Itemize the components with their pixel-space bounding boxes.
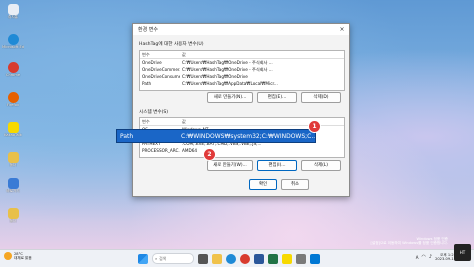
table-row[interactable]: PROCESSOR_ARC... AMD64 (140, 147, 344, 154)
system-delete-button[interactable]: 삭제(L) (301, 160, 341, 171)
cancel-button[interactable]: 취소 (281, 179, 309, 190)
watermark-line-2: [설정]으로 이동하여 Windows를 정품 인증합니다. (370, 241, 448, 245)
desktop-icon-edge[interactable]: Microsoft Edge (2, 34, 24, 49)
user-variables-label: HashTag에 대한 사용자 변수(U) (139, 42, 204, 47)
column-header-variable[interactable]: 변수 (140, 118, 180, 126)
variable-name: OneDriveConsumer (142, 74, 180, 79)
variable-name: OneDrive (142, 60, 162, 65)
desktop-icon-firefox[interactable]: Firefox (2, 92, 24, 107)
dialog-title: 환경 변수 (138, 27, 158, 33)
excel-icon[interactable] (268, 253, 278, 264)
kakaotalk-icon (7, 122, 19, 133)
weather-widget[interactable]: 28°C 대체로 맑음 (4, 252, 32, 260)
chrome-icon[interactable] (240, 253, 250, 264)
close-icon[interactable]: × (335, 24, 349, 35)
clock-date: 2023-09-17 (435, 257, 456, 261)
environment-variables-dialog: 환경 변수 × HashTag에 대한 사용자 변수(U) 변수 값 OneDr… (132, 23, 350, 197)
highlighted-variable-value: C:₩WINDOWS₩system32;C:₩WINDOWS;C... (181, 132, 315, 140)
step-badge-2: 2 (203, 148, 216, 161)
system-edit-button[interactable]: 편집(I)... (257, 160, 297, 171)
language-indicator[interactable]: A (416, 255, 419, 260)
system-variables-label: 시스템 변수(S) (139, 110, 169, 115)
user-variables-list[interactable]: 변수 값 OneDrive C:₩Users₩HashTag₩OneDrive … (139, 50, 345, 91)
chrome-icon (7, 62, 19, 73)
variable-name: PROCESSOR_ARC... (142, 148, 180, 153)
taskbar-search[interactable]: ⌕ 검색 (152, 253, 194, 264)
edge-icon[interactable] (226, 253, 236, 264)
edge-icon (7, 34, 19, 45)
firefox-icon (7, 92, 19, 103)
user-new-button[interactable]: 새로 만들기(N)... (207, 92, 253, 103)
desktop-icon-label: KakaoTalk (4, 133, 22, 137)
desktop-icon-shortcut[interactable]: 바로가기 (2, 178, 24, 193)
taskbar: 28°C 대체로 맑음 ⌕ 검색 A ◠ ♪ 오후 1:22 2023-09-1… (0, 249, 474, 267)
settings-icon[interactable] (296, 253, 306, 264)
system-new-button[interactable]: 새로 만들기(W)... (207, 160, 253, 171)
task-view-icon[interactable] (198, 253, 208, 264)
user-edit-button[interactable]: 편집(E)... (257, 92, 297, 103)
sun-icon (4, 252, 12, 260)
recycle-bin-icon (7, 4, 19, 15)
kakaotalk-icon[interactable] (282, 253, 292, 264)
desktop-icon-label: 폴더 (9, 163, 17, 167)
search-icon: ⌕ (155, 256, 158, 261)
desktop-icon-label: 휴지통 (8, 15, 18, 19)
step-badge-1: 1 (308, 120, 321, 133)
file-explorer-icon[interactable] (212, 253, 222, 264)
desktop-icon-recycle-bin[interactable]: 휴지통 (2, 4, 24, 19)
store-icon[interactable] (310, 253, 320, 264)
shortcut-icon (7, 178, 19, 189)
folder-icon (7, 152, 19, 163)
highlighted-path-row[interactable]: Path C:₩WINDOWS₩system32;C:₩WINDOWS;C... (116, 129, 316, 143)
column-header-value[interactable]: 값 (180, 51, 344, 59)
desktop-icon-label: 바로가기 (6, 189, 20, 193)
desktop-icon-label: 폴더 (9, 219, 17, 223)
desktop-icon-chrome[interactable]: Chrome (2, 62, 24, 77)
start-icon[interactable] (138, 253, 148, 264)
variable-value: C:₩Users₩HashTag₩OneDrive - 주식회사 ... (182, 59, 273, 65)
variable-value: C:₩Users₩HashTag₩AppData₩Local₩Micr... (182, 81, 278, 86)
highlighted-variable-name: Path (120, 132, 134, 140)
search-placeholder: 검색 (159, 255, 167, 261)
wifi-icon[interactable]: ◠ (422, 254, 426, 260)
column-header-variable[interactable]: 변수 (140, 51, 180, 59)
folder-icon (7, 208, 19, 219)
speaker-icon[interactable]: ♪ (429, 254, 432, 260)
weather-description: 대체로 맑음 (14, 256, 32, 260)
system-tray[interactable]: A ◠ ♪ 오후 1:22 2023-09-17 (416, 253, 456, 261)
variable-value: C:₩Users₩HashTag₩OneDrive (182, 74, 248, 79)
site-logo: HT (454, 244, 471, 261)
clock[interactable]: 오후 1:22 2023-09-17 (435, 253, 456, 261)
desktop-icon-folder[interactable]: 폴더 (2, 152, 24, 167)
table-row[interactable]: OneDriveConsumer C:₩Users₩HashTag₩OneDri… (140, 73, 344, 80)
table-row[interactable]: Path C:₩Users₩HashTag₩AppData₩Local₩Micr… (140, 80, 344, 87)
variable-name: OneDriveCommer... (142, 67, 180, 72)
activation-watermark: Windows 정품 인증 [설정]으로 이동하여 Windows를 정품 인증… (371, 237, 448, 245)
desktop-icon-kakaotalk[interactable]: KakaoTalk (2, 122, 24, 137)
variable-value: C:₩Users₩HashTag₩OneDrive - 주식회사 ... (182, 66, 273, 72)
dialog-titlebar[interactable]: 환경 변수 × (133, 24, 349, 35)
desktop-icon-label: Microsoft Edge (2, 45, 24, 49)
desktop-icon-folder-2[interactable]: 폴더 (2, 208, 24, 223)
variable-name: Path (142, 81, 152, 86)
desktop-icon-label: Chrome (5, 73, 21, 77)
table-row[interactable]: OneDriveCommer... C:₩Users₩HashTag₩OneDr… (140, 66, 344, 73)
ok-button[interactable]: 확인 (249, 179, 277, 190)
taskbar-apps: ⌕ 검색 (138, 253, 320, 264)
word-icon[interactable] (254, 253, 264, 264)
desktop-icon-label: Firefox (7, 103, 19, 107)
table-header-row: 변수 값 (140, 51, 344, 59)
table-row[interactable]: OneDrive C:₩Users₩HashTag₩OneDrive - 주식회… (140, 59, 344, 67)
user-delete-button[interactable]: 삭제(D) (301, 92, 341, 103)
